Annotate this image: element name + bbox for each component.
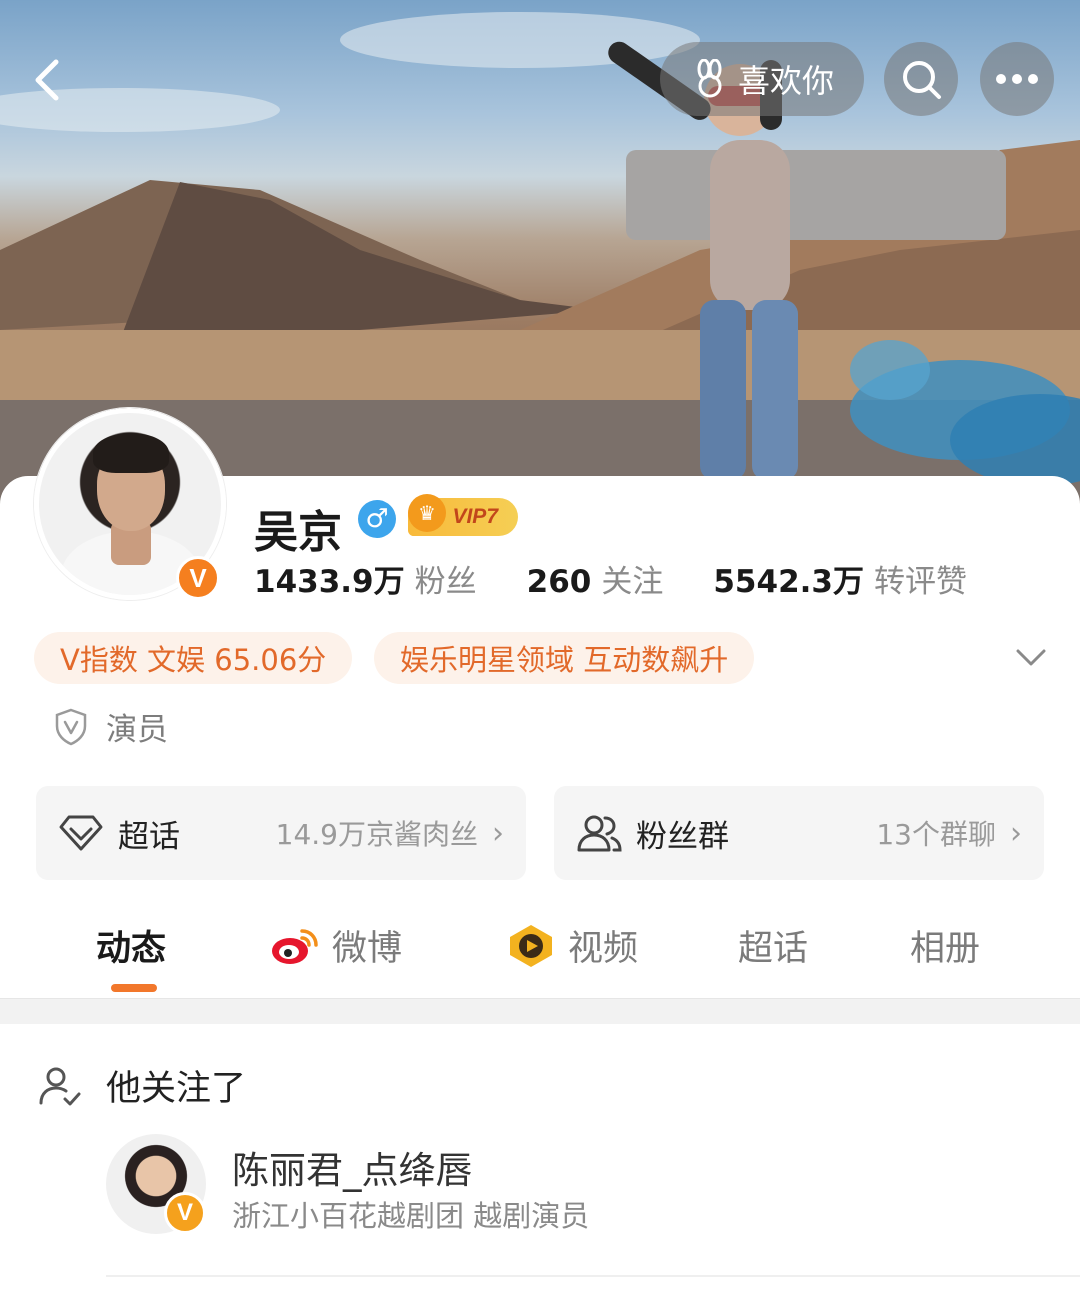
stat-interactions-label: 转评赞	[874, 564, 967, 600]
fan-group-label: 粉丝群	[636, 818, 729, 855]
stat-fans[interactable]: 1433.9万 粉丝	[254, 556, 477, 601]
profile-tabs: 动态 微博 视频 超话 相册	[0, 900, 1080, 996]
domain-chip[interactable]: 娱乐明星领域 互动数飙升	[374, 632, 755, 684]
chevron-left-icon	[35, 59, 59, 101]
search-button[interactable]	[884, 42, 958, 116]
tab-album-label: 相册	[910, 929, 981, 969]
followed-user-desc: 浙江小百花越剧团 越剧演员	[232, 1199, 590, 1233]
diamond-icon	[58, 810, 104, 856]
back-button[interactable]	[22, 48, 82, 108]
stat-interactions[interactable]: 5542.3万 转评赞	[713, 556, 967, 601]
more-dots-icon	[996, 74, 1038, 84]
tab-super-topic-label: 超话	[738, 929, 809, 969]
bunny-icon	[697, 59, 722, 98]
fan-group-sub: 13个群聊	[876, 818, 996, 851]
tab-weibo[interactable]: 微博	[270, 920, 402, 971]
like-you-label: 喜欢你	[737, 62, 834, 100]
tab-dynamics[interactable]: 动态	[96, 920, 166, 971]
tab-video-label: 视频	[568, 929, 639, 969]
shield-v-icon	[55, 708, 87, 745]
more-button[interactable]	[980, 42, 1054, 116]
search-icon	[903, 61, 941, 99]
section-divider	[0, 998, 1080, 1024]
followed-user-name[interactable]: 陈丽君_点绛唇	[232, 1140, 473, 1194]
stat-following-label: 关注	[601, 564, 664, 600]
tab-super-topic[interactable]: 超话	[738, 920, 808, 971]
active-tab-indicator	[111, 984, 157, 992]
gender-male-icon: ♂	[358, 500, 396, 538]
v-index-chip[interactable]: V指数 文娱 65.06分	[34, 632, 353, 684]
tab-album[interactable]: 相册	[910, 920, 980, 971]
video-play-icon	[510, 924, 552, 967]
stat-interactions-num: 5542.3万	[713, 564, 864, 600]
followed-header-label: 他关注了	[106, 1069, 247, 1109]
fan-group-entry[interactable]: 粉丝群 13个群聊 ›	[554, 786, 1044, 880]
group-icon	[576, 810, 622, 856]
role-label: 演员	[106, 712, 168, 748]
stat-following-num: 260	[526, 564, 592, 600]
weibo-icon	[272, 928, 318, 964]
stat-fans-num: 1433.9万	[254, 564, 405, 600]
verified-badge-icon: V	[176, 556, 220, 600]
stat-following[interactable]: 260 关注	[527, 556, 664, 601]
super-topic-sub: 14.9万京酱肉丝	[275, 818, 478, 851]
super-topic-entry[interactable]: 超话 14.9万京酱肉丝 ›	[36, 786, 526, 880]
chevron-right-icon: ›	[492, 815, 504, 851]
crown-icon: ♛	[408, 494, 446, 532]
tab-video[interactable]: 视频	[506, 920, 638, 971]
profile-name: 吴京	[254, 507, 342, 558]
followed-header: 他关注了	[38, 1060, 246, 1111]
chevron-down-icon[interactable]	[1014, 640, 1048, 674]
role-row: 演员	[54, 704, 168, 749]
profile-stats: 1433.9万 粉丝 260 关注 5542.3万 转评赞	[254, 556, 1017, 601]
chevron-right-icon: ›	[1010, 815, 1022, 851]
user-check-icon	[39, 1067, 81, 1105]
stat-fans-label: 粉丝	[414, 564, 477, 600]
verified-badge-icon: V	[164, 1192, 206, 1234]
list-divider	[106, 1275, 1080, 1277]
like-you-button[interactable]: 喜欢你	[660, 42, 864, 116]
tab-weibo-label: 微博	[332, 929, 403, 969]
tab-dynamics-label: 动态	[96, 929, 167, 969]
vip-label: VIP7	[452, 505, 498, 528]
super-topic-label: 超话	[118, 818, 180, 855]
avatar-hair	[93, 433, 169, 473]
